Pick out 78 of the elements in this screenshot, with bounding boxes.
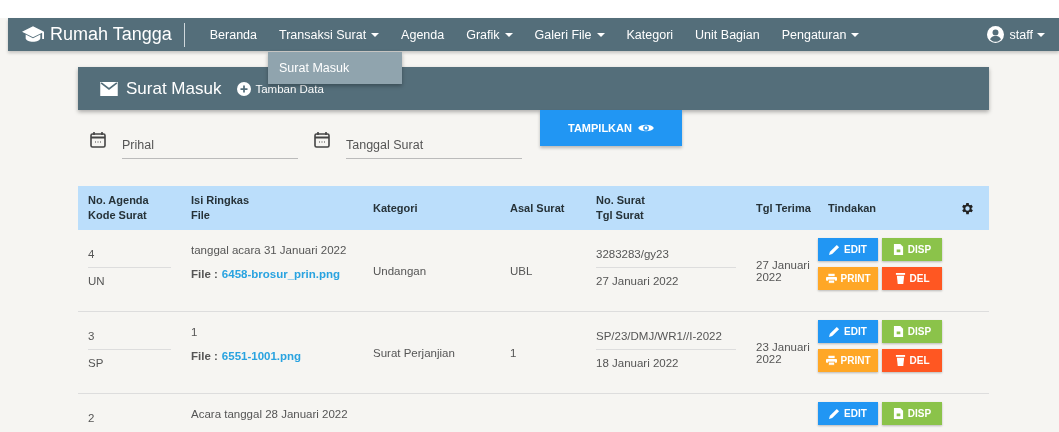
- table-cell-text: SP: [88, 356, 105, 371]
- table-cell-text: SP/23/DMJ/WR1//I-2022: [596, 329, 723, 344]
- column-header: Tindakan: [828, 200, 877, 216]
- action-button[interactable]: EDIT: [818, 238, 878, 261]
- dropdown-item[interactable]: Surat Masuk: [268, 51, 403, 84]
- table-cell: 1: [510, 346, 517, 359]
- nav-link[interactable]: Unit Bagian: [684, 18, 771, 51]
- table-cell: Surat Perjanjian: [373, 346, 455, 359]
- column-header: No. Agenda Kode Surat: [88, 193, 149, 223]
- table-cell-text: 23 Januari 2022: [756, 340, 811, 365]
- input-field[interactable]: Tanggal Surat: [346, 126, 522, 159]
- caret-icon: [1037, 32, 1045, 37]
- table-cell-text: tanggal acara 31 Januari 2022: [191, 244, 348, 258]
- action-button[interactable]: DEL: [882, 267, 942, 290]
- column-header: No. Surat Tgl Surat: [596, 193, 645, 223]
- table-cell-text: 3: [88, 329, 96, 344]
- action-button[interactable]: EDIT: [818, 320, 878, 343]
- file-label: File :: [191, 268, 218, 280]
- table-cell-text: 18 Januari 2022: [596, 356, 680, 371]
- input-field[interactable]: Prihal: [122, 126, 298, 159]
- column-header: Isi Ringkas File: [191, 193, 250, 223]
- nav-link[interactable]: Agenda: [390, 18, 456, 51]
- user-avatar-icon: [986, 26, 1004, 43]
- table-cell-text: 4: [88, 247, 96, 262]
- caret-icon: [504, 32, 513, 37]
- brand-link[interactable]: Rumah Tangga: [22, 24, 172, 45]
- table-cell-text: 27 Januari 2022: [756, 258, 811, 283]
- document-icon: [892, 408, 904, 419]
- table-cell-text: UN: [88, 274, 106, 289]
- action-button[interactable]: DEL: [882, 349, 942, 372]
- action-button[interactable]: EDIT: [818, 402, 878, 425]
- show-button[interactable]: TAMPILKAN: [540, 110, 682, 146]
- document-icon: [892, 244, 904, 255]
- action-button[interactable]: DISP: [882, 402, 942, 425]
- eye-icon: [637, 123, 654, 133]
- nav-link[interactable]: Transaksi Surat: [268, 18, 391, 51]
- graduation-cap-icon: [22, 26, 44, 43]
- column-header: Kategori: [373, 200, 418, 216]
- envelope-icon: [100, 81, 118, 96]
- nav-link[interactable]: Grafik: [455, 18, 524, 51]
- file-label: File :: [191, 350, 218, 362]
- table-cell: Undangan: [373, 264, 427, 277]
- caret-icon: [851, 32, 860, 37]
- action-button[interactable]: DISP: [882, 238, 942, 261]
- table-cell-text: 1: [191, 326, 199, 340]
- table-cell-text: 2: [88, 411, 96, 426]
- printer-icon: [825, 273, 837, 284]
- column-header: Tgl Terima: [756, 200, 811, 216]
- table-cell: UBL: [510, 264, 533, 277]
- calendar-icon: [314, 132, 330, 148]
- table-cell-text: Acara tanggal 28 Januari 2022: [191, 408, 349, 422]
- nav-link[interactable]: Galeri File: [523, 18, 616, 51]
- nav-link[interactable]: Pengaturan: [770, 18, 871, 51]
- caret-icon: [371, 32, 380, 37]
- document-icon: [892, 326, 904, 337]
- table-cell-text: 3283283/gy23: [596, 247, 670, 262]
- table-cell-text: 27 Januari 2022: [596, 274, 680, 289]
- calendar-icon: [90, 132, 106, 148]
- action-button[interactable]: DISP: [882, 320, 942, 343]
- pencil-icon: [829, 408, 841, 419]
- file-link[interactable]: 6458-brosur_prin.png: [221, 268, 341, 280]
- plus-circle-icon: [237, 81, 252, 96]
- trash-icon: [894, 273, 906, 284]
- user-menu[interactable]: staff: [986, 26, 1045, 43]
- pencil-icon: [829, 326, 841, 337]
- nav-link[interactable]: Beranda: [198, 18, 269, 51]
- column-header: Asal Surat: [510, 200, 565, 216]
- file-link[interactable]: 6551-1001.png: [221, 350, 302, 362]
- action-button[interactable]: PRINT: [818, 267, 878, 290]
- page-title: Surat Masuk: [126, 78, 222, 99]
- settings-icon[interactable]: [960, 200, 975, 216]
- pencil-icon: [829, 244, 841, 255]
- printer-icon: [825, 355, 837, 366]
- trash-icon: [894, 355, 906, 366]
- action-button[interactable]: PRINT: [818, 349, 878, 372]
- add-data-link[interactable]: Tamban Data: [237, 81, 324, 96]
- nav-link[interactable]: Kategori: [615, 18, 685, 51]
- caret-icon: [596, 32, 605, 37]
